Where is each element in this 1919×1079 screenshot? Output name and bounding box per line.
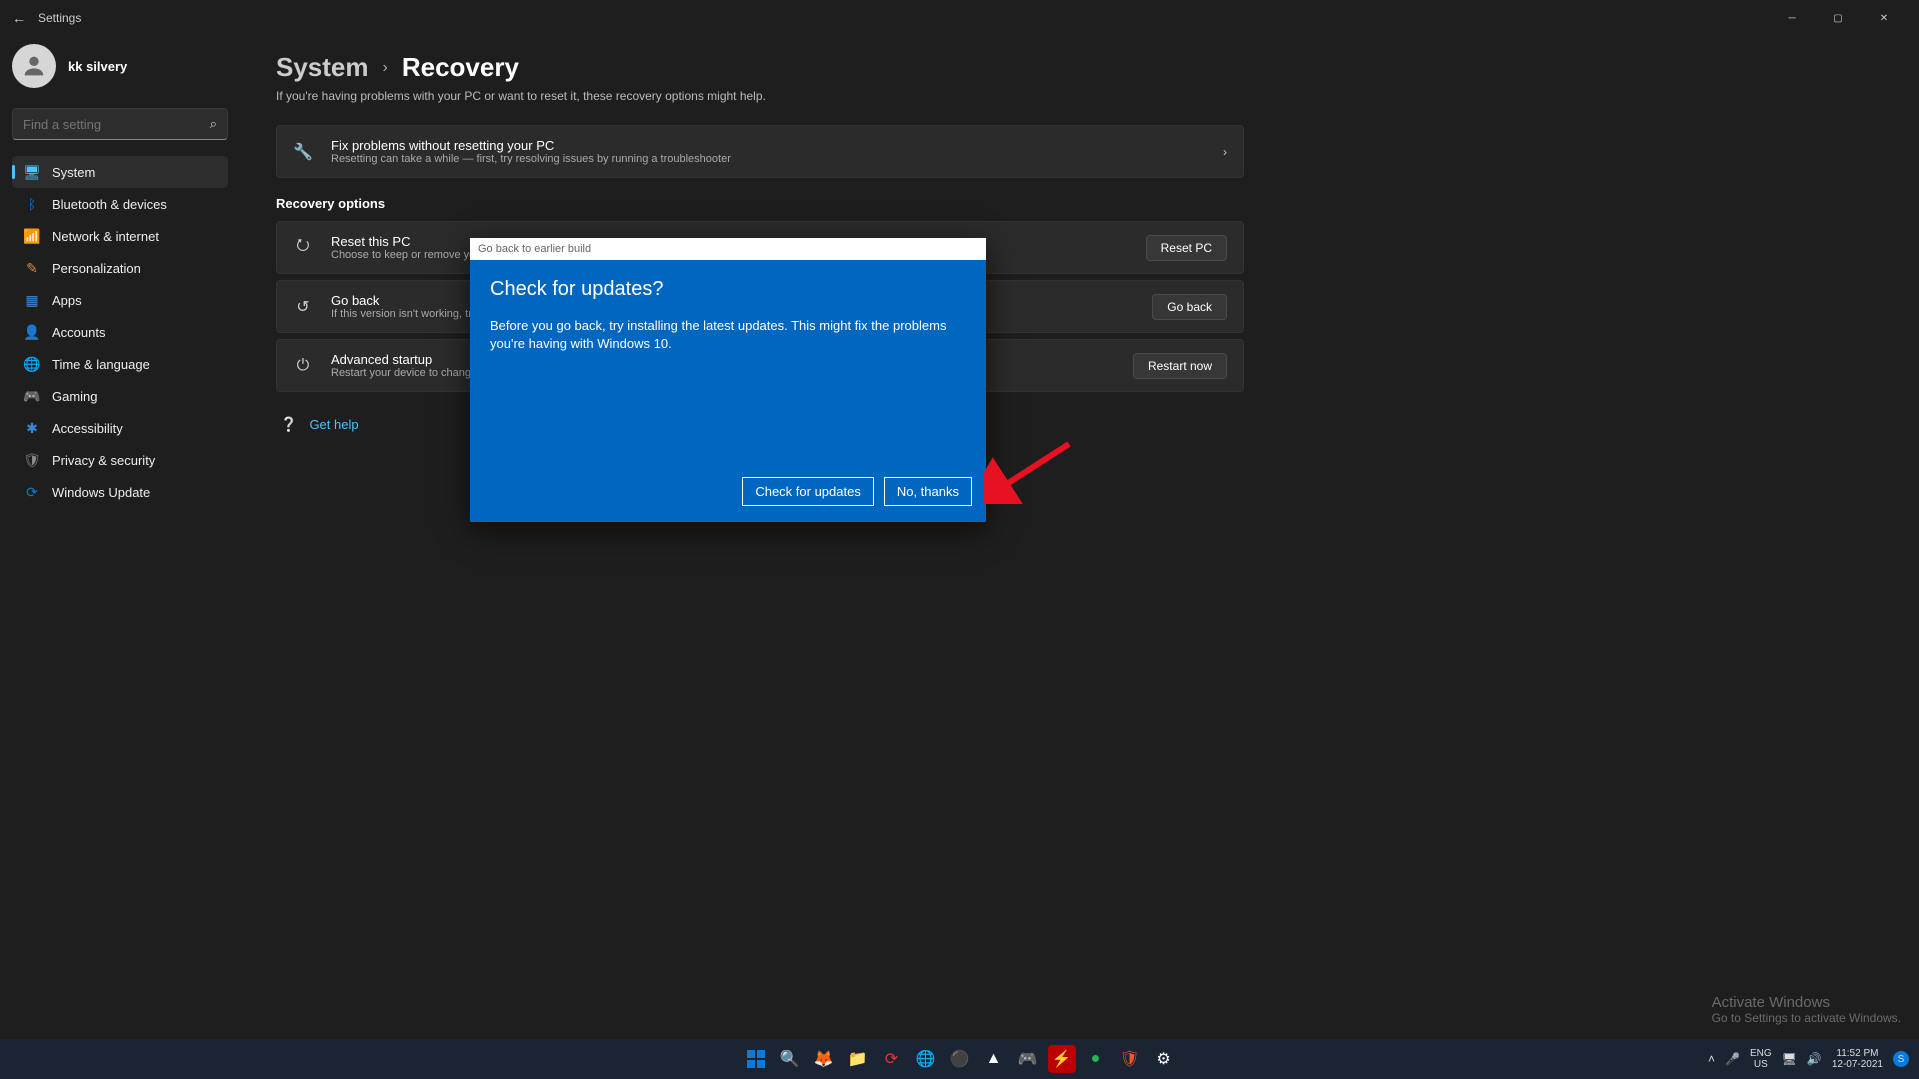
firefox-icon[interactable]: 🦊 <box>810 1045 838 1073</box>
search-input[interactable] <box>23 117 210 132</box>
breadcrumb-parent[interactable]: System <box>276 52 369 83</box>
reset-icon: ⭮ <box>293 234 313 261</box>
settings-icon[interactable]: ⚙ <box>1150 1045 1178 1073</box>
card-title: Fix problems without resetting your PC <box>331 138 1205 153</box>
history-icon: ↺ <box>293 297 313 317</box>
sidebar-item-apps[interactable]: ▦ Apps <box>12 284 228 316</box>
sidebar-item-system[interactable]: 🖥 System <box>12 156 228 188</box>
page-subtext: If you're having problems with your PC o… <box>276 89 1244 103</box>
sidebar-item-label: System <box>52 165 95 180</box>
clock[interactable]: 11:52 PM12-07-2021 <box>1832 1048 1883 1070</box>
sidebar-item-label: Accessibility <box>52 421 123 436</box>
dialog: Go back to earlier build Check for updat… <box>470 238 986 522</box>
sidebar-item-network[interactable]: 📶 Network & internet <box>12 220 228 252</box>
watermark-subtitle: Go to Settings to activate Windows. <box>1712 1011 1901 1025</box>
section-heading: Recovery options <box>276 196 1244 211</box>
user-name: kk silvery <box>68 59 127 74</box>
obs-icon[interactable]: ⚫ <box>946 1045 974 1073</box>
spotify-icon[interactable]: ● <box>1082 1045 1110 1073</box>
main-content: System › Recovery If you're having probl… <box>240 36 1280 1039</box>
close-button[interactable]: ✕ <box>1861 2 1907 34</box>
breadcrumb: System › Recovery <box>276 52 1244 83</box>
bluetooth-icon: ᛒ <box>24 196 40 212</box>
sidebar: kk silvery ⌕ 🖥 System ᛒ Bluetooth & devi… <box>0 36 240 1039</box>
tray-overflow-icon[interactable]: ˄ <box>1708 1052 1715 1066</box>
titlebar: ← Settings ─ ▢ ✕ <box>0 0 1919 36</box>
accessibility-icon: ✱ <box>24 420 40 436</box>
explorer-icon[interactable]: 📁 <box>844 1045 872 1073</box>
ccleaner-icon[interactable]: ⟳ <box>878 1045 906 1073</box>
chevron-right-icon: › <box>1223 145 1227 159</box>
brave-icon[interactable]: 🛡 <box>1116 1045 1144 1073</box>
sidebar-item-time-language[interactable]: 🌐 Time & language <box>12 348 228 380</box>
dialog-text: Before you go back, try installing the l… <box>490 317 966 353</box>
brush-icon: ✎ <box>24 260 40 276</box>
sidebar-item-accessibility[interactable]: ✱ Accessibility <box>12 412 228 444</box>
help-icon: ❔ <box>280 416 297 433</box>
minimize-button[interactable]: ─ <box>1769 2 1815 34</box>
sidebar-item-label: Privacy & security <box>52 453 155 468</box>
person-icon: 👤 <box>24 324 40 340</box>
go-back-button[interactable]: Go back <box>1152 294 1227 320</box>
sidebar-item-privacy[interactable]: 🛡 Privacy & security <box>12 444 228 476</box>
sidebar-item-accounts[interactable]: 👤 Accounts <box>12 316 228 348</box>
card-desc: Resetting can take a while — first, try … <box>331 153 1205 165</box>
back-icon[interactable]: ← <box>12 10 26 26</box>
user-profile[interactable]: kk silvery <box>12 44 228 88</box>
power-icon: ⏻ <box>293 357 313 375</box>
action-center-icon[interactable]: S <box>1893 1051 1909 1067</box>
sidebar-item-windows-update[interactable]: ⟳ Windows Update <box>12 476 228 508</box>
sidebar-item-label: Apps <box>52 293 82 308</box>
avatar <box>12 44 56 88</box>
sidebar-item-label: Gaming <box>52 389 98 404</box>
no-thanks-button[interactable]: No, thanks <box>884 477 972 506</box>
wifi-icon: 📶 <box>24 228 40 244</box>
start-button[interactable] <box>742 1045 770 1073</box>
check-for-updates-button[interactable]: Check for updates <box>742 477 874 506</box>
search-icon: ⌕ <box>210 116 217 132</box>
globe-icon: 🌐 <box>24 356 40 372</box>
taskbar: 🔍 🦊 📁 ⟳ 🌐 ⚫ ▲ 🎮 ⚡ ● 🛡 ⚙ ˄ 🎤 ENGUS 🖥 🔊 11… <box>0 1039 1919 1079</box>
sidebar-item-label: Accounts <box>52 325 105 340</box>
restart-now-button[interactable]: Restart now <box>1133 353 1227 379</box>
sidebar-item-label: Network & internet <box>52 229 159 244</box>
window-title: Settings <box>38 11 81 25</box>
reset-pc-button[interactable]: Reset PC <box>1146 235 1227 261</box>
dialog-window-title: Go back to earlier build <box>470 238 986 260</box>
watermark-title: Activate Windows <box>1712 994 1901 1011</box>
discord-icon[interactable]: 🎮 <box>1014 1045 1042 1073</box>
sidebar-item-bluetooth[interactable]: ᛒ Bluetooth & devices <box>12 188 228 220</box>
sidebar-item-gaming[interactable]: 🎮 Gaming <box>12 380 228 412</box>
microphone-icon[interactable]: 🎤 <box>1725 1052 1740 1066</box>
chrome-icon[interactable]: 🌐 <box>912 1045 940 1073</box>
gamepad-icon: 🎮 <box>24 388 40 404</box>
wrench-icon: 🔧 <box>293 142 313 162</box>
fix-problems-card[interactable]: 🔧 Fix problems without resetting your PC… <box>276 125 1244 178</box>
sidebar-item-label: Time & language <box>52 357 150 372</box>
language-indicator[interactable]: ENGUS <box>1750 1048 1772 1070</box>
shield-icon: 🛡 <box>24 452 40 468</box>
activation-watermark: Activate Windows Go to Settings to activ… <box>1712 994 1901 1025</box>
search-box[interactable]: ⌕ <box>12 108 228 140</box>
network-tray-icon[interactable]: 🖥 <box>1782 1052 1797 1066</box>
dialog-heading: Check for updates? <box>490 278 966 301</box>
search-button[interactable]: 🔍 <box>776 1045 804 1073</box>
sidebar-item-label: Personalization <box>52 261 141 276</box>
page-title: Recovery <box>402 52 519 83</box>
update-icon: ⟳ <box>24 484 40 500</box>
maximize-button[interactable]: ▢ <box>1815 2 1861 34</box>
chevron-right-icon: › <box>383 59 388 77</box>
sidebar-item-label: Windows Update <box>52 485 150 500</box>
sidebar-item-personalization[interactable]: ✎ Personalization <box>12 252 228 284</box>
volume-tray-icon[interactable]: 🔊 <box>1807 1052 1822 1066</box>
vlc-icon[interactable]: ▲ <box>980 1045 1008 1073</box>
get-help-link[interactable]: Get help <box>309 417 358 432</box>
apps-icon: ▦ <box>24 292 40 308</box>
sidebar-item-label: Bluetooth & devices <box>52 197 167 212</box>
app-icon[interactable]: ⚡ <box>1048 1045 1076 1073</box>
system-icon: 🖥 <box>24 164 40 180</box>
